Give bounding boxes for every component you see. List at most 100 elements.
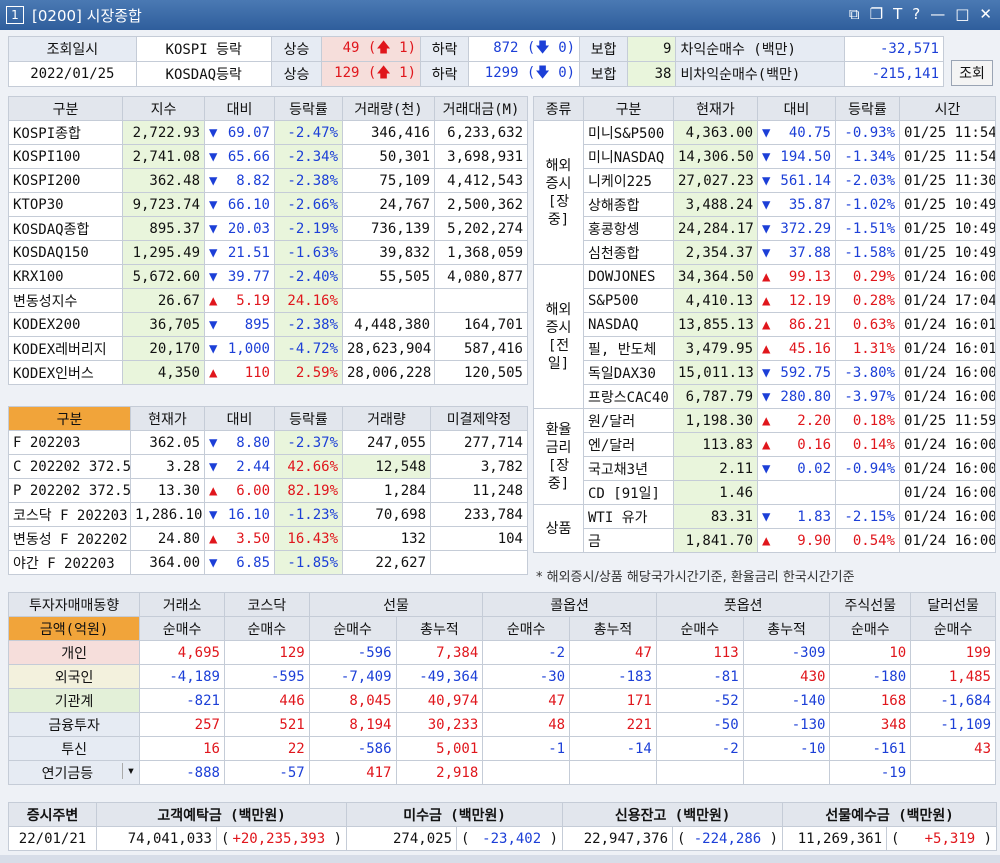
index-row[interactable]: KOSPI200 362.48 ▼ 8.82 -2.38% 75,109 4,412,543	[8, 168, 528, 193]
investor-row[interactable]: 금융투자 257 521 8,194 30,233 48 221 -50 -130 348 -1,1…	[7, 712, 996, 737]
index-row[interactable]: KOSDAQ종합 895.37 ▼ 20.03 -2.19% 736,139 5,202,2…	[8, 216, 528, 241]
index-row[interactable]: KODEX인버스 4,350 ▲ 110 2.59% 28,006,228 120,505	[8, 360, 528, 385]
index-row[interactable]: 변동성지수 26.67 ▲ 5.19 24.16%	[8, 288, 528, 313]
index-volume: 75,109	[342, 168, 435, 193]
investor-value: -888	[139, 760, 225, 785]
world-row[interactable]: 환율 금리 [장중] 원/달러 1,198.30 ▲ 2.20 0.18% 01/25 11…	[533, 408, 996, 505]
futures-row[interactable]: F 202203 362.05 ▼ 8.80 -2.37% 247,055 277,714	[8, 430, 528, 455]
world-row[interactable]: 프랑스CAC40 6,787.79 ▼ 280.80 -3.97% 01/24 16:00	[534, 384, 996, 409]
up-triangle-icon: ▲	[762, 436, 771, 453]
index-row[interactable]: KTOP30 9,723.74 ▼ 66.10 -2.66% 24,767 2,500,36…	[8, 192, 528, 217]
header-summary: 조회일시 KOSPI 등락 상승 49 (🡅 1) 하락 872 (🡇 0) 보…	[8, 36, 944, 87]
world-time: 01/24 16:00	[899, 456, 996, 481]
deposit-header: 신용잔고 (백만원)	[562, 802, 784, 827]
up-triangle-icon: ▲	[762, 292, 771, 309]
minimize-icon[interactable]: —	[930, 5, 945, 23]
investor-value: 171	[569, 688, 657, 713]
investor-value: 2,918	[395, 760, 484, 785]
futures-row[interactable]: C 202202 372.5 3.28 ▼ 2.44 42.66% 12,548 3,782	[8, 454, 528, 479]
world-row[interactable]: CD [91일] 1.46 01/24 16:00	[534, 480, 996, 505]
futures-row[interactable]: 변동성 F 202202 24.80 ▲ 3.50 16.43% 132 104	[8, 526, 528, 551]
futures-row[interactable]: 야간 F 202203 364.00 ▼ 6.85 -1.85% 22,627	[8, 550, 528, 575]
change-value: 99.13	[788, 268, 831, 285]
investor-row[interactable]: 기관계 -821 446 8,045 40,974 47 171 -52 -140 168 -1,6…	[7, 688, 996, 713]
world-rate: -0.93%	[835, 120, 900, 145]
investor-value: 521	[223, 712, 310, 737]
investor-row[interactable]: 투신 16 22 -586 5,001 -1 -14 -2 -10 -161 43	[7, 736, 996, 761]
paren: )	[325, 830, 343, 847]
dropdown-arrow-icon[interactable]: ▾	[121, 762, 135, 779]
index-value: 895.37	[122, 216, 205, 241]
deposit-value: (-23,402 )	[456, 826, 564, 851]
index-row[interactable]: KOSDAQ150 1,295.49 ▼ 21.51 -1.63% 39,832 1,368…	[8, 240, 528, 265]
paren: (	[461, 830, 470, 847]
world-row[interactable]: NASDAQ 13,855.13 ▲ 86.21 0.63% 01/24 16:01	[534, 312, 996, 337]
down-triangle-icon: ▼	[762, 172, 771, 189]
world-row[interactable]: 상해종합 3,488.24 ▼ 35.87 -1.02% 01/25 10:49	[534, 192, 996, 217]
world-row[interactable]: 해외 증시 [전일] DOWJONES 34,364.50 ▲ 99.13 0.29% 01…	[533, 264, 996, 409]
index-volume	[342, 288, 435, 313]
futures-value: 1,286.10	[130, 502, 205, 527]
world-row[interactable]: 엔/달러 113.83 ▲ 0.16 0.14% 01/24 16:00	[534, 432, 996, 457]
world-value: 3,488.24	[673, 192, 758, 217]
help-icon[interactable]: ?	[912, 5, 920, 23]
kospi-label: KOSPI 등락	[135, 36, 272, 62]
world-row[interactable]: 니케이225 27,027.23 ▼ 561.14 -2.03% 01/25 11:30	[534, 168, 996, 193]
futures-row[interactable]: P 202202 372.5 13.30 ▲ 6.00 82.19% 1,284 11,24…	[8, 478, 528, 503]
world-time: 01/24 16:01	[899, 312, 996, 337]
world-time: 01/24 16:00	[899, 360, 996, 385]
futures-volume: 12,548	[342, 454, 431, 479]
investor-value: 417	[308, 760, 397, 785]
change-cell: ▲ 5.19	[204, 288, 275, 313]
world-rate: -1.34%	[835, 144, 900, 169]
investor-value: -161	[829, 736, 912, 761]
world-row[interactable]: 독일DAX30 15,011.13 ▼ 592.75 -3.80% 01/24 16:00	[534, 360, 996, 385]
index-row[interactable]: KODEX200 36,705 ▼ 895 -2.38% 4,448,380 164,701	[8, 312, 528, 337]
investor-row[interactable]: 개인 4,695 129 -596 7,384 -2 47 113 -309 10 199	[7, 640, 996, 665]
world-row[interactable]: 금 1,841.70 ▲ 9.90 0.54% 01/24 16:00	[534, 528, 996, 553]
world-row[interactable]: 필, 반도체 3,479.95 ▲ 45.16 1.31% 01/24 16:01	[534, 336, 996, 361]
investor-row[interactable]: 외국인 -4,189 -595 -7,409 -49,364 -30 -183 -81 430-…	[7, 664, 996, 689]
index-row[interactable]: KRX100 5,672.60 ▼ 39.77 -2.40% 55,505 4,080,87…	[8, 264, 528, 289]
world-time: 01/24 16:00	[899, 480, 996, 505]
world-name: 홍콩항셍	[583, 216, 674, 241]
index-row[interactable]: KOSPI종합 2,722.93 ▼ 69.07 -2.47% 346,416 6,233,…	[8, 120, 528, 145]
world-row[interactable]: 홍콩항셍 24,284.17 ▼ 372.29 -1.51% 01/25 10:49	[534, 216, 996, 241]
layout-icon[interactable]: ⧉	[849, 5, 860, 23]
down-arrow-icon: 🡇	[535, 65, 550, 81]
index-name: KODEX200	[8, 312, 123, 337]
change-value: 35.87	[788, 196, 831, 213]
world-row[interactable]: 상품 WTI 유가 83.31 ▼ 1.83 -2.15% 01/24 16:00	[533, 504, 996, 553]
futures-row[interactable]: 코스닥 F 202203 1,286.10 ▼ 16.10 -1.23% 70,698 23…	[8, 502, 528, 527]
change-cell: ▼ 895	[204, 312, 275, 337]
world-row[interactable]: 국고채3년 2.11 ▼ 0.02 -0.94% 01/24 16:00	[534, 456, 996, 481]
world-row[interactable]: 미니NASDAQ 14,306.50 ▼ 194.50 -1.34% 01/25 11:5…	[534, 144, 996, 169]
index-amount: 6,233,632	[434, 120, 528, 145]
world-row[interactable]: 해외 증시 [장중] 미니S&P500 4,363.00 ▼ 40.75 -0.93% 01…	[533, 120, 996, 265]
world-name: 독일DAX30	[583, 360, 674, 385]
index-volume: 24,767	[342, 192, 435, 217]
investor-title: 투자자매매동향	[7, 592, 141, 617]
maximize-icon[interactable]: □	[955, 5, 969, 23]
world-name: 국고채3년	[583, 456, 674, 481]
world-row[interactable]: S&P500 4,410.13 ▲ 12.19 0.28% 01/24 17:04	[534, 288, 996, 313]
index-row[interactable]: KODEX레버리지 20,170 ▼ 1,000 -4.72% 28,623,904 587…	[8, 336, 528, 361]
world-name: 원/달러	[583, 408, 674, 433]
change-cell: ▼ 280.80	[757, 384, 836, 409]
font-icon[interactable]: T	[893, 5, 902, 23]
change-cell: ▲ 6.00	[204, 478, 275, 503]
investor-name[interactable]: 연기금등 ▾	[7, 760, 141, 785]
world-rate: 0.28%	[835, 288, 900, 313]
investor-value: 40,974	[395, 688, 484, 713]
up-arrow-icon: 🡅	[376, 65, 391, 81]
world-rate: 1.31%	[835, 336, 900, 361]
window-icon[interactable]: ❐	[870, 5, 883, 23]
index-row[interactable]: KOSPI100 2,741.08 ▼ 65.66 -2.34% 50,301 3,698,…	[8, 144, 528, 169]
investor-row[interactable]: 연기금등 ▾ -888 -57 417 2,918 -19	[7, 760, 996, 785]
query-button[interactable]: 조회	[951, 60, 993, 86]
investor-value: 5,001	[395, 736, 484, 761]
change-cell: ▲ 12.19	[757, 288, 836, 313]
world-row[interactable]: 심천종합 2,354.37 ▼ 37.88 -1.58% 01/25 10:49	[534, 240, 996, 265]
close-icon[interactable]: ✕	[979, 5, 992, 23]
investor-value: 48	[482, 712, 571, 737]
